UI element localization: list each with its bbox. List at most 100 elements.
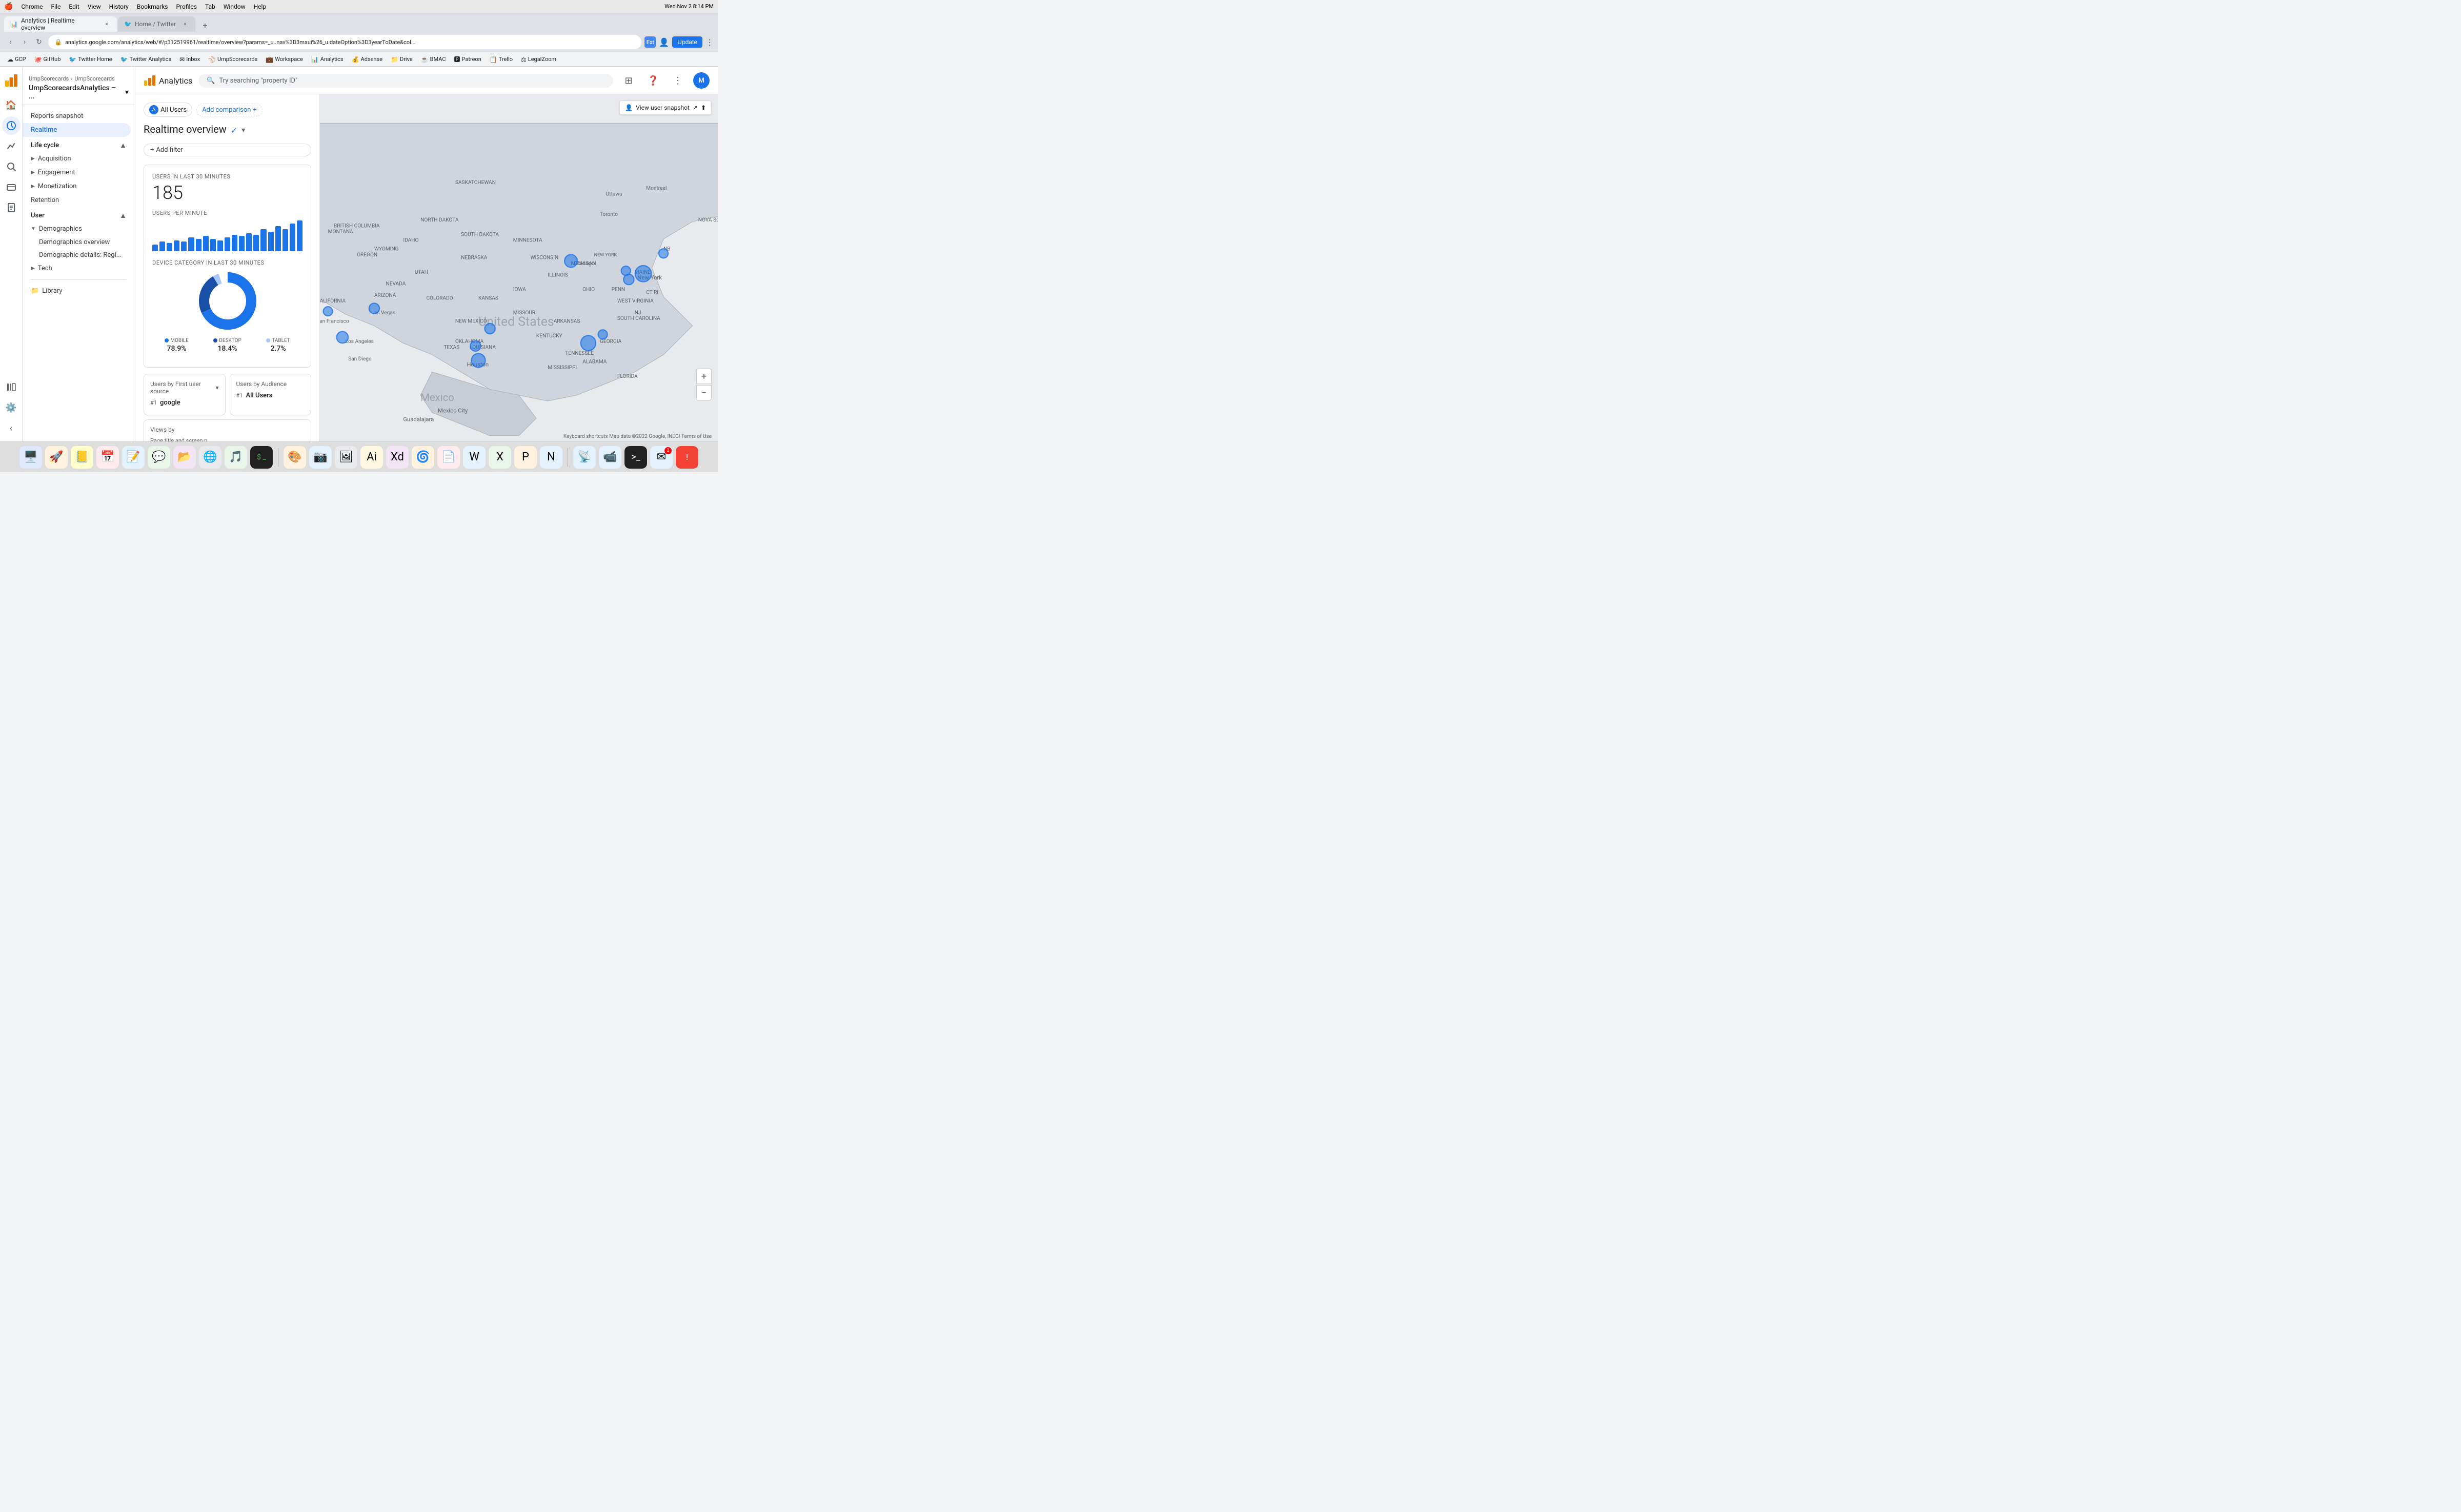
dock-illustrator[interactable]: Ai xyxy=(360,446,383,469)
sidebar-item-tech[interactable]: ▶ Tech xyxy=(23,261,131,275)
sidebar-item-demographics[interactable]: ▼ Demographics xyxy=(23,222,131,236)
help-icon-button[interactable]: ❓ xyxy=(644,71,662,90)
dock-ppt[interactable]: P xyxy=(514,446,537,469)
rail-collapse-icon[interactable]: ‹ xyxy=(2,419,21,437)
address-input[interactable]: 🔒 analytics.google.com/analytics/web/#/p… xyxy=(48,35,641,49)
extensions-icon[interactable]: Ext xyxy=(644,36,656,48)
bm-legalzoom[interactable]: ⚖LegalZoom xyxy=(518,55,559,64)
bm-twitter-analytics[interactable]: 🐦Twitter Analytics xyxy=(117,55,174,64)
rail-advertising-icon[interactable] xyxy=(2,178,21,196)
menu-bookmarks[interactable]: Bookmarks xyxy=(137,3,168,10)
dock-finder2[interactable]: 📂 xyxy=(173,446,196,469)
dock-onenote[interactable]: N xyxy=(540,446,562,469)
search-bar[interactable]: 🔍 Try searching "property ID" xyxy=(198,74,613,88)
bm-twitter-home[interactable]: 🐦Twitter Home xyxy=(66,55,115,64)
menu-help[interactable]: Help xyxy=(254,3,267,10)
dock-launchpad[interactable]: 🚀 xyxy=(45,446,68,469)
rail-settings-icon[interactable]: ⚙️ xyxy=(2,398,21,417)
title-dropdown-icon[interactable]: ▾ xyxy=(241,126,245,134)
apps-icon-button[interactable]: ⊞ xyxy=(619,71,638,90)
sidebar-item-retention[interactable]: Retention xyxy=(23,193,131,207)
sidebar-item-acquisition[interactable]: ▶ Acquisition xyxy=(23,152,131,166)
audience-card-header[interactable]: Users by Audience xyxy=(236,380,305,388)
all-users-chip[interactable]: A All Users xyxy=(144,103,192,117)
dock-zoom[interactable]: 📹 xyxy=(599,446,621,469)
reload-button[interactable]: ↻ xyxy=(33,36,45,48)
bm-trello[interactable]: 📋Trello xyxy=(487,55,516,64)
add-filter-button[interactable]: + Add filter xyxy=(144,144,311,156)
apple-logo-icon[interactable]: 🍎 xyxy=(4,3,13,11)
dock-calendar[interactable]: 📅 xyxy=(96,446,119,469)
user-avatar[interactable]: M xyxy=(693,72,710,89)
bm-patreon[interactable]: 🅿Patreon xyxy=(451,54,485,65)
add-comparison-button[interactable]: Add comparison + xyxy=(196,104,263,116)
dock-finder[interactable]: 🖥️ xyxy=(19,446,42,469)
user-header[interactable]: User ▲ xyxy=(23,207,135,222)
menu-profiles[interactable]: Profiles xyxy=(176,3,197,10)
dock-blender[interactable]: 🌀 xyxy=(412,446,434,469)
sidebar-item-monetization[interactable]: ▶ Monetization xyxy=(23,179,131,193)
tab-twitter-close[interactable]: × xyxy=(181,20,189,28)
menu-chrome[interactable]: Chrome xyxy=(21,3,43,10)
menu-history[interactable]: History xyxy=(109,3,129,10)
sidebar-item-engagement[interactable]: ▶ Engagement xyxy=(23,166,131,179)
bm-workspace[interactable]: 💼Workspace xyxy=(263,55,306,64)
tab-twitter[interactable]: 🐦 Home / Twitter × xyxy=(118,16,195,32)
dock-notes[interactable]: 📒 xyxy=(71,446,93,469)
bm-adsense[interactable]: 💰Adsense xyxy=(349,55,386,64)
dock-filezilla[interactable]: 📡 xyxy=(573,446,596,469)
new-tab-button[interactable]: + xyxy=(198,18,212,32)
bm-umpscorecards[interactable]: ⚾UmpScorecards xyxy=(205,55,260,64)
back-button[interactable]: ‹ xyxy=(4,36,16,48)
rail-home-icon[interactable]: 🏠 xyxy=(2,96,21,114)
menu-window[interactable]: Window xyxy=(224,3,246,10)
rail-lifecycle-icon[interactable] xyxy=(2,137,21,155)
dock-photoshop[interactable]: 🖼 xyxy=(335,446,357,469)
dock-acrobat[interactable]: 📄 xyxy=(437,446,460,469)
sidebar-sub-demographics-overview[interactable]: Demographics overview xyxy=(23,236,135,249)
bm-bmac[interactable]: ☕BMAC xyxy=(418,55,449,64)
rail-reports-icon[interactable] xyxy=(2,198,21,217)
source-card-header[interactable]: Users by First user source ▾ xyxy=(150,380,219,395)
dock-ai[interactable]: 🎨 xyxy=(284,446,306,469)
dock-notification[interactable]: ! xyxy=(676,446,698,469)
sidebar-sub-demographic-details[interactable]: Demographic details: Regi... xyxy=(23,249,135,261)
chrome-menu-icon[interactable]: ⋮ xyxy=(705,37,714,47)
menu-edit[interactable]: Edit xyxy=(69,3,79,10)
dock-mail[interactable]: ✉ 2 xyxy=(650,446,673,469)
rail-explore-icon[interactable] xyxy=(2,157,21,176)
menu-view[interactable]: View xyxy=(88,3,101,10)
dock-xd[interactable]: Xd xyxy=(386,446,409,469)
sidebar-item-reports-snapshot[interactable]: Reports snapshot xyxy=(23,109,131,123)
bm-inbox[interactable]: ✉Inbox xyxy=(176,55,203,64)
sidebar-item-library[interactable]: 📁 Library xyxy=(23,284,131,298)
map-zoom-in-button[interactable]: + xyxy=(696,369,712,384)
bm-analytics[interactable]: 📊Analytics xyxy=(308,55,347,64)
rail-library-icon[interactable] xyxy=(2,378,21,396)
bm-drive[interactable]: 📁Drive xyxy=(388,55,416,64)
more-icon-button[interactable]: ⋮ xyxy=(669,71,687,90)
forward-button[interactable]: › xyxy=(18,36,31,48)
dock-spotify[interactable]: 🎵 xyxy=(225,446,247,469)
dock-terminal2[interactable]: >_ xyxy=(624,446,647,469)
dock-messages[interactable]: 💬 xyxy=(148,446,170,469)
tab-analytics-close[interactable]: × xyxy=(103,20,111,28)
update-button[interactable]: Update xyxy=(672,36,702,48)
views-card-header[interactable]: Views by xyxy=(150,426,305,433)
dock-chrome[interactable]: 🌐 xyxy=(199,446,221,469)
dock-lightroom[interactable]: 📷 xyxy=(309,446,332,469)
rail-realtime-icon[interactable] xyxy=(2,116,21,135)
sidebar-item-realtime[interactable]: Realtime xyxy=(23,123,131,137)
menu-file[interactable]: File xyxy=(51,3,61,10)
dock-terminal[interactable]: $ _ xyxy=(250,446,273,469)
view-snapshot-button[interactable]: 👤 View user snapshot ↗ ⬆ xyxy=(619,100,712,115)
dock-excel[interactable]: X xyxy=(489,446,511,469)
lifecycle-collapse-icon[interactable]: ▲ xyxy=(119,141,127,150)
user-collapse-icon[interactable]: ▲ xyxy=(119,211,127,220)
bm-gcp[interactable]: ☁GCP xyxy=(4,55,29,64)
profile-icon[interactable]: 👤 xyxy=(659,37,669,47)
bm-github[interactable]: 🐙GitHub xyxy=(31,55,64,64)
dock-word2[interactable]: W xyxy=(463,446,486,469)
lifecycle-header[interactable]: Life cycle ▲ xyxy=(23,137,135,152)
property-selector[interactable]: UmpScorecardsAnalytics – ... ▾ xyxy=(29,84,129,100)
